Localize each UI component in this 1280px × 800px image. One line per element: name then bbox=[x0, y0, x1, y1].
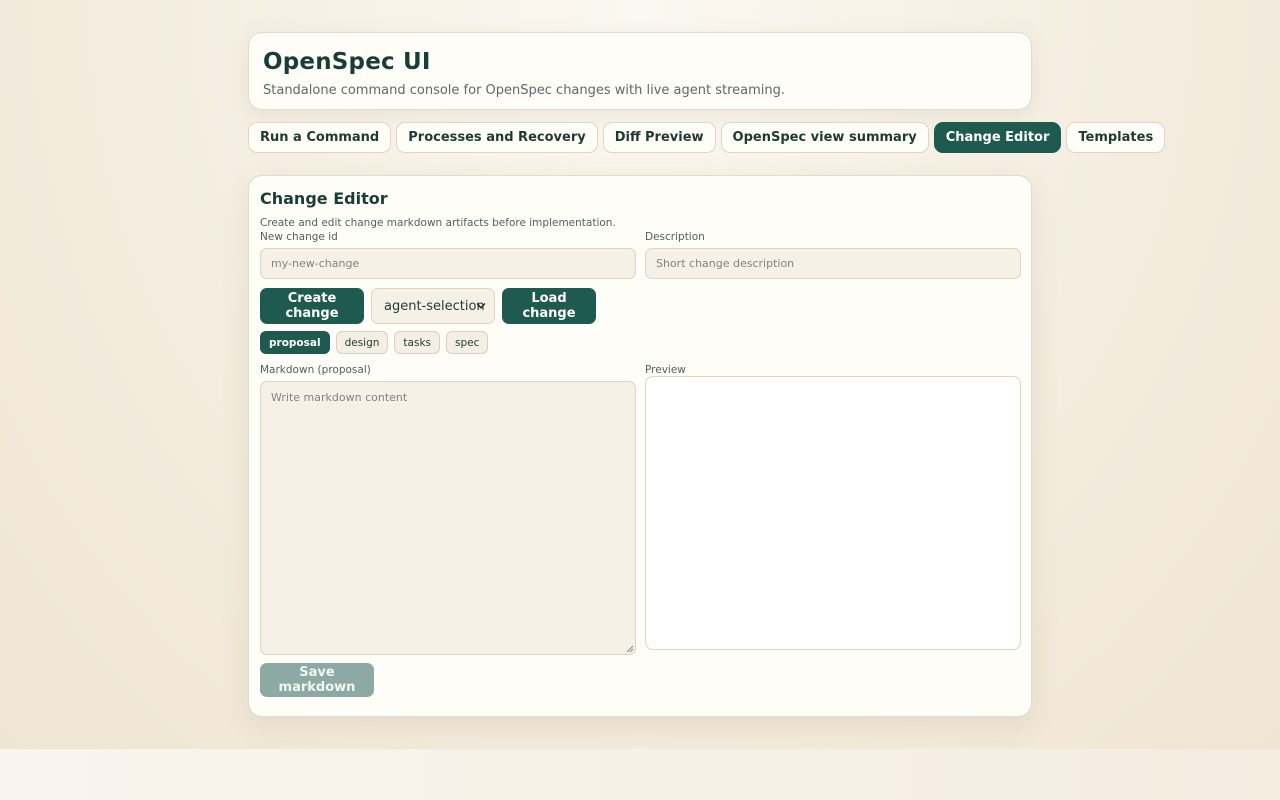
tab-processes-recovery[interactable]: Processes and Recovery bbox=[396, 122, 598, 153]
section-title: Change Editor bbox=[260, 189, 388, 208]
artifact-chip-design[interactable]: design bbox=[335, 331, 389, 354]
tab-diff-preview[interactable]: Diff Preview bbox=[602, 122, 716, 153]
change-editor-panel: Change Editor Create and edit change mar… bbox=[248, 175, 1032, 717]
artifact-selector: proposal design tasks spec bbox=[260, 331, 489, 354]
tab-bar: Run a Command Processes and Recovery Dif… bbox=[248, 122, 1166, 153]
tab-templates[interactable]: Templates bbox=[1066, 122, 1166, 153]
tab-change-editor[interactable]: Change Editor bbox=[933, 122, 1062, 153]
artifact-chip-tasks[interactable]: tasks bbox=[394, 331, 440, 354]
description-label: Description bbox=[645, 231, 705, 243]
artifact-chip-spec[interactable]: spec bbox=[446, 331, 489, 354]
header-card: OpenSpec UI Standalone command console f… bbox=[248, 32, 1032, 110]
description-input[interactable] bbox=[645, 248, 1021, 279]
new-change-id-label: New change id bbox=[260, 231, 338, 243]
agent-select[interactable]: agent-selection bbox=[371, 288, 495, 324]
tab-run-command[interactable]: Run a Command bbox=[248, 122, 392, 153]
page-bottom-band bbox=[0, 749, 1280, 800]
app-title: OpenSpec UI bbox=[263, 49, 431, 75]
resize-grip-icon[interactable] bbox=[626, 645, 634, 653]
section-description: Create and edit change markdown artifact… bbox=[260, 217, 616, 229]
tab-view-summary[interactable]: OpenSpec view summary bbox=[720, 122, 929, 153]
new-change-id-input[interactable] bbox=[260, 248, 636, 279]
artifact-chip-proposal[interactable]: proposal bbox=[260, 331, 330, 354]
load-change-button[interactable]: Load change bbox=[502, 288, 596, 324]
create-change-button[interactable]: Create change bbox=[260, 288, 364, 324]
chevron-down-icon bbox=[476, 303, 486, 309]
save-markdown-button[interactable]: Save markdown bbox=[260, 663, 374, 697]
markdown-preview bbox=[645, 376, 1021, 650]
markdown-label: Markdown (proposal) bbox=[260, 364, 371, 376]
preview-label: Preview bbox=[645, 364, 686, 376]
markdown-editor[interactable] bbox=[260, 381, 636, 655]
agent-select-value: agent-selection bbox=[384, 298, 485, 314]
app-subtitle: Standalone command console for OpenSpec … bbox=[263, 83, 786, 98]
